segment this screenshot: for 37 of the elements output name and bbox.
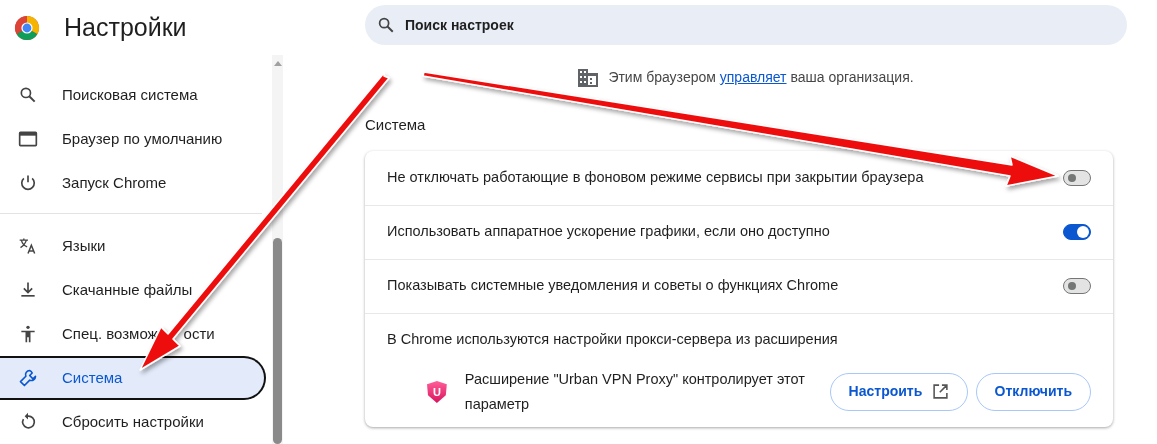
toggle-switch[interactable]: [1063, 169, 1091, 186]
sidebar-item[interactable]: Поисковая система: [0, 73, 272, 117]
setting-label: В Chrome используются настройки прокси-сервера из расширения: [387, 330, 838, 350]
toggle-switch[interactable]: [1063, 278, 1091, 294]
sidebar-item[interactable]: Спец. возмож ости: [0, 312, 272, 356]
setting-label: Не отключать работающие в фоновом режиме сервисы при закрытии браузера: [387, 167, 924, 187]
sidebar-item[interactable]: Языки: [0, 224, 272, 268]
search-field[interactable]: Поиск настроек: [365, 5, 1127, 45]
scroll-up-icon[interactable]: [273, 61, 282, 66]
managed-notice: Этим браузером управляет ваша организация.: [608, 68, 914, 87]
external-link-icon: [932, 383, 950, 401]
setting-label: Использовать аппаратное ускорение графики, если оно доступно: [387, 222, 830, 242]
download-icon: [18, 280, 38, 300]
sidebar-item[interactable]: Сбросить настройки: [0, 400, 272, 444]
sidebar-item[interactable]: Браузер по умолчанию: [0, 117, 272, 161]
building-icon: [578, 68, 599, 87]
page-title: Настройки: [64, 11, 187, 43]
scrollbar-thumb[interactable]: [273, 238, 282, 444]
setting-label: Показывать системные уведомления и советы о функциях Chrome: [387, 276, 839, 296]
toggle-switch[interactable]: [1063, 224, 1091, 240]
disable-button[interactable]: Отключить: [975, 372, 1091, 411]
wrench-icon: [18, 368, 38, 388]
power-icon: [18, 173, 38, 193]
configure-button[interactable]: Настроить: [829, 372, 969, 411]
scrollbar[interactable]: [272, 55, 283, 444]
section-title: Система: [365, 115, 427, 135]
link[interactable]: управляет: [719, 69, 787, 85]
sidebar-item[interactable]: Скачанные файлы: [0, 268, 272, 312]
browser-logo-icon: [14, 14, 40, 41]
search-icon: [18, 85, 38, 105]
extension-logo: U: [427, 380, 447, 403]
accessibility-icon: [18, 324, 38, 344]
translate-icon: [18, 236, 38, 256]
extension-notice: Расширение "Urban VPN Proxy" контролирует этот параметр: [464, 369, 806, 414]
sidebar-item[interactable]: Система: [0, 356, 266, 400]
sidebar-item[interactable]: Запуск Chrome: [0, 161, 272, 205]
window-icon: [18, 129, 38, 149]
